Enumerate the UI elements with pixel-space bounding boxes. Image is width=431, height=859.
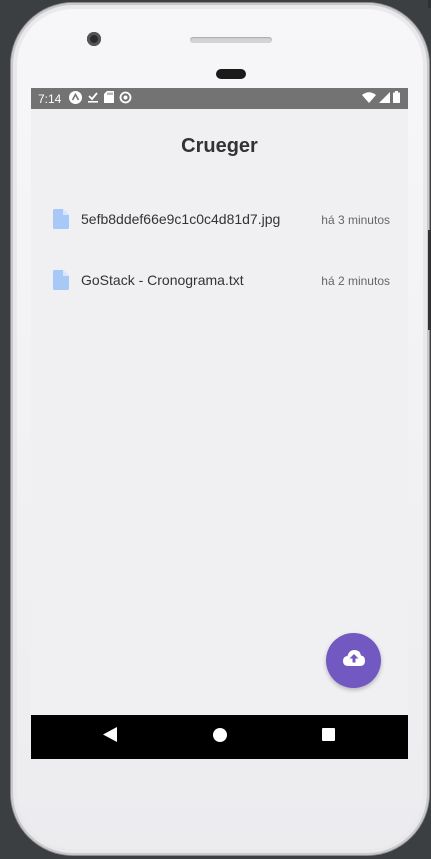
status-bar: 7:14 — [31, 88, 408, 109]
file-icon — [53, 209, 69, 229]
status-time: 7:14 — [38, 91, 62, 106]
cloud-upload-icon — [342, 650, 365, 671]
list-item[interactable]: GoStack - Cronograma.txt há 2 minutos — [31, 249, 408, 310]
file-icon — [53, 270, 69, 290]
file-time: há 3 minutos — [321, 213, 390, 227]
app-screen: 7:14 Crueger 5efb8ddef66e9c1c0c4d81d7.jp… — [31, 88, 408, 759]
system-icons — [362, 88, 400, 109]
proximity-sensor — [216, 69, 246, 79]
upload-button[interactable] — [326, 633, 381, 688]
list-item[interactable]: 5efb8ddef66e9c1c0c4d81d7.jpg há 3 minuto… — [31, 188, 408, 249]
earpiece-speaker — [190, 37, 272, 43]
wifi-icon — [362, 91, 376, 106]
back-button[interactable] — [90, 715, 130, 759]
battery-icon — [393, 91, 400, 106]
sync-icon — [119, 91, 132, 107]
back-icon — [103, 727, 117, 747]
home-button[interactable] — [200, 715, 240, 759]
recents-icon — [321, 728, 335, 746]
home-icon — [213, 727, 227, 747]
page-title: Crueger — [181, 135, 258, 157]
navigation-bar — [31, 715, 408, 759]
notification-icons — [69, 90, 132, 107]
recents-button[interactable] — [308, 715, 348, 759]
sd-card-icon — [104, 91, 115, 106]
front-camera — [87, 32, 101, 46]
signal-icon — [379, 91, 390, 106]
file-time: há 2 minutos — [321, 274, 390, 288]
file-list: 5efb8ddef66e9c1c0c4d81d7.jpg há 3 minuto… — [31, 188, 408, 310]
download-done-icon — [87, 91, 99, 106]
file-name: GoStack - Cronograma.txt — [81, 272, 244, 288]
file-name: 5efb8ddef66e9c1c0c4d81d7.jpg — [81, 211, 281, 227]
expo-icon — [69, 90, 83, 107]
